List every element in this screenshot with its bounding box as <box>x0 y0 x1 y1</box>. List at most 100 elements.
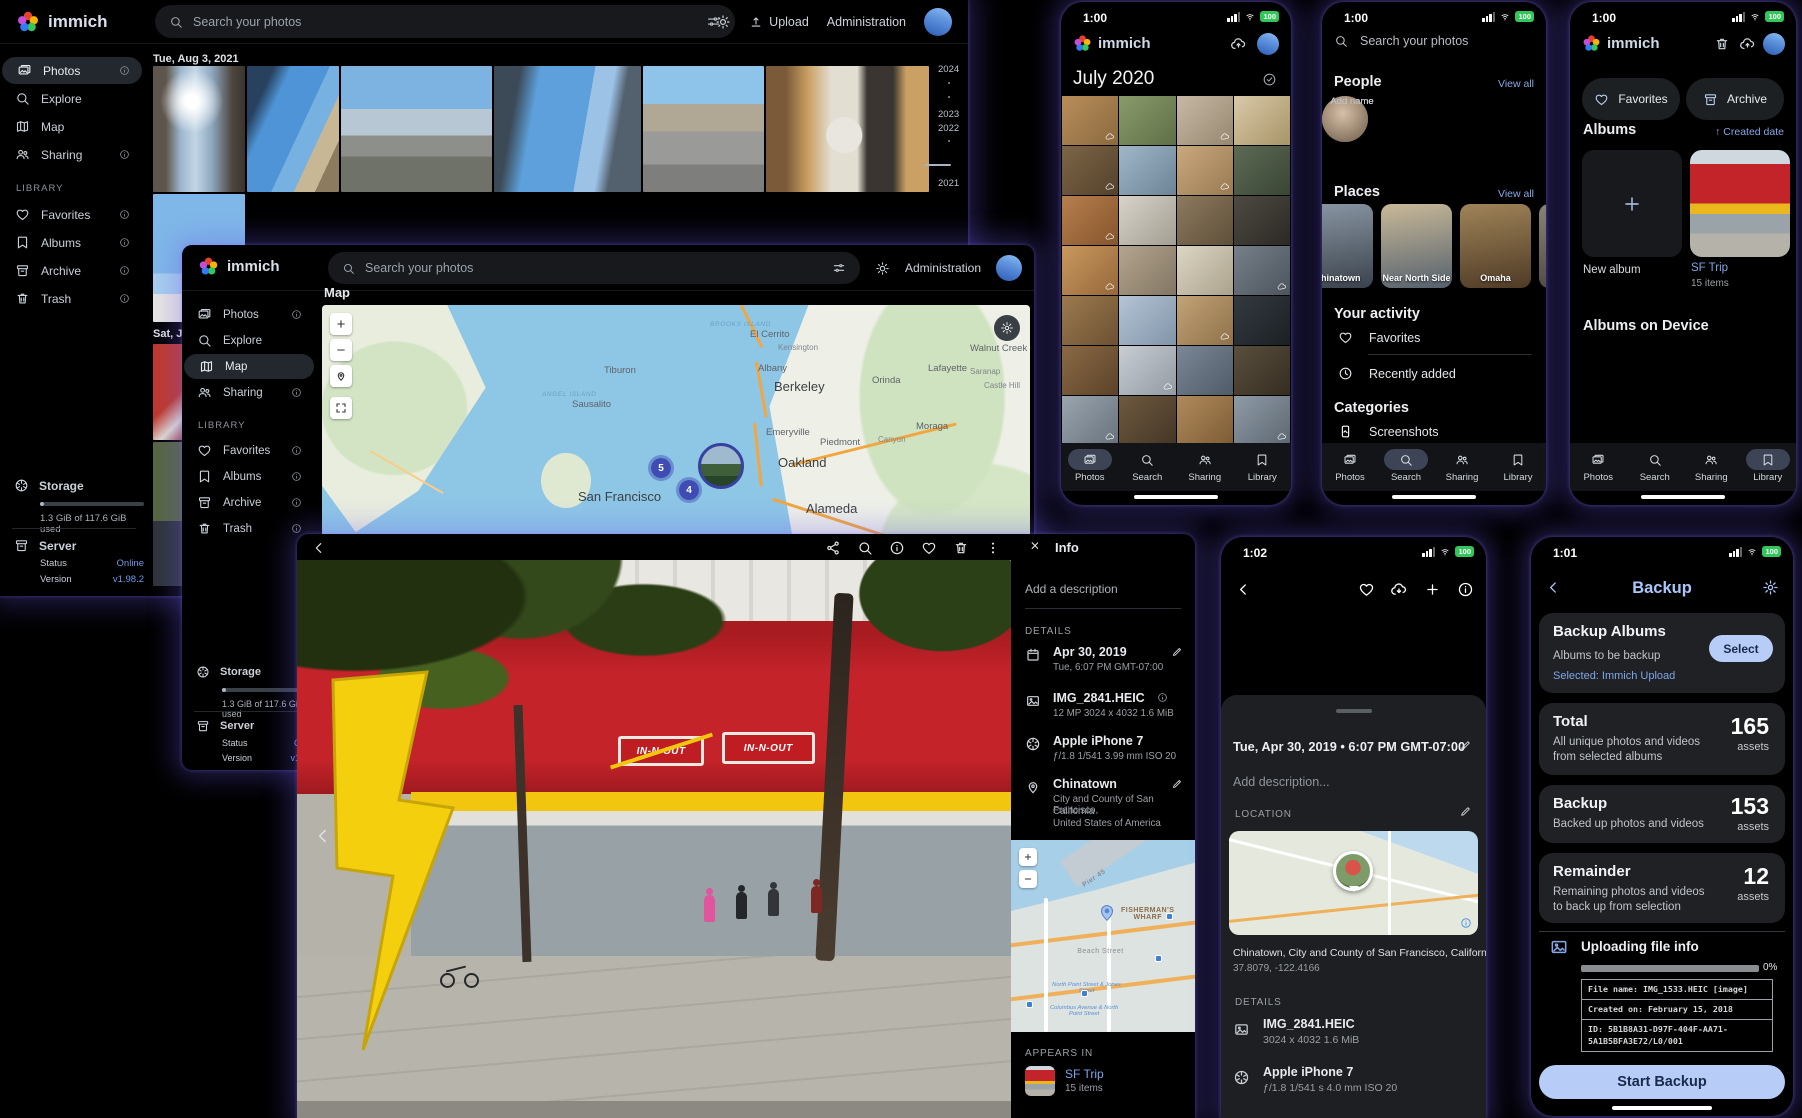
back-icon[interactable] <box>311 540 327 556</box>
albums-sort[interactable]: ↑ Created date <box>1715 126 1784 138</box>
favorite-icon[interactable] <box>921 540 937 556</box>
search-input[interactable]: Search your photos <box>155 5 735 38</box>
info-icon[interactable] <box>291 387 302 398</box>
photo-tile[interactable] <box>1119 146 1175 195</box>
administration-link[interactable]: Administration <box>905 261 981 275</box>
album-thumbnail[interactable] <box>1025 1066 1055 1096</box>
trash-icon[interactable] <box>1714 36 1730 52</box>
sync-cloud-icon[interactable] <box>1739 36 1756 53</box>
info-icon[interactable] <box>291 309 302 320</box>
info-icon[interactable] <box>291 523 302 534</box>
photo-tile[interactable] <box>1119 296 1175 345</box>
photo-tile[interactable] <box>1119 396 1175 443</box>
favorite-icon[interactable] <box>1358 581 1375 598</box>
photo-tile[interactable] <box>1062 296 1118 345</box>
nav-tab[interactable]: Library <box>1740 443 1797 491</box>
photo-thumbnail[interactable] <box>153 66 245 192</box>
add-name-label[interactable]: Add name <box>1322 96 1382 107</box>
sidebar-item[interactable]: Photos <box>182 302 314 327</box>
photo-tile[interactable] <box>1062 96 1118 145</box>
map-settings-button[interactable] <box>994 315 1020 341</box>
photo-tile[interactable] <box>1062 146 1118 195</box>
start-backup-button[interactable]: Start Backup <box>1539 1065 1785 1099</box>
info-icon[interactable] <box>889 540 905 556</box>
sheet-drag-handle[interactable] <box>1336 709 1372 713</box>
delete-icon[interactable] <box>953 540 969 556</box>
search-input[interactable]: Search your photos <box>1334 34 1468 48</box>
info-icon[interactable] <box>119 237 130 248</box>
zoom-icon[interactable] <box>857 540 873 556</box>
photo-tile[interactable] <box>1062 346 1118 395</box>
nav-tab[interactable]: Sharing <box>1434 443 1490 491</box>
photo-tile[interactable] <box>1234 396 1290 443</box>
map-fullscreen-button[interactable] <box>330 397 352 419</box>
photo-tile[interactable] <box>1177 146 1233 195</box>
people-view-all[interactable]: View all <box>1498 78 1534 90</box>
info-icon[interactable] <box>119 209 130 220</box>
nav-tab[interactable]: Search <box>1119 443 1177 491</box>
sidebar-item[interactable]: Explore <box>0 85 142 112</box>
edit-date-icon[interactable] <box>1171 646 1183 658</box>
more-options-icon[interactable] <box>985 540 1001 556</box>
administration-link[interactable]: Administration <box>827 15 906 29</box>
album-card[interactable] <box>1690 150 1790 257</box>
upload-button[interactable]: Upload <box>749 15 809 29</box>
sync-cloud-icon[interactable] <box>1230 36 1247 53</box>
sidebar-item[interactable]: Photos <box>2 57 142 84</box>
add-description-field[interactable]: Add a description <box>1025 582 1118 596</box>
place-card[interactable]: Near North Side <box>1381 204 1452 288</box>
new-album-card[interactable] <box>1582 150 1682 257</box>
map-cluster-marker[interactable]: 4 <box>676 477 702 503</box>
theme-toggle-icon[interactable] <box>715 14 731 30</box>
photo-tile[interactable] <box>1177 396 1233 443</box>
add-to-icon[interactable] <box>1424 581 1441 598</box>
nav-tab[interactable]: Photos <box>1322 443 1378 491</box>
photo-tile[interactable] <box>1119 246 1175 295</box>
place-card[interactable]: Chinatown <box>1322 204 1373 288</box>
sidebar-item[interactable]: Archive <box>0 257 142 284</box>
map-cluster-marker[interactable]: 5 <box>648 455 674 481</box>
sidebar-item[interactable]: Trash <box>182 516 314 541</box>
map-photo-marker[interactable] <box>698 443 744 489</box>
filter-icon[interactable] <box>832 261 846 275</box>
map-zoom-in-button[interactable] <box>330 313 352 335</box>
minimap-zoom-out[interactable] <box>1019 870 1037 888</box>
immich-logo[interactable]: immich <box>198 256 280 277</box>
screenshots-row[interactable]: Screenshots <box>1338 424 1438 439</box>
photo-tile[interactable] <box>1062 396 1118 443</box>
photo-tile[interactable] <box>1234 146 1290 195</box>
sidebar-item[interactable]: Albums <box>182 464 314 489</box>
map-photo-marker[interactable] <box>1333 851 1373 891</box>
map-info-icon[interactable] <box>1460 917 1472 929</box>
photo-tile[interactable] <box>1177 196 1233 245</box>
archive-button[interactable]: Archive <box>1686 78 1784 120</box>
minimap-zoom-in[interactable] <box>1019 848 1037 866</box>
sidebar-item[interactable]: Sharing <box>0 141 142 168</box>
photo-tile[interactable] <box>1119 196 1175 245</box>
album-link[interactable]: SF Trip <box>1691 262 1728 274</box>
photo-thumbnail[interactable] <box>494 66 641 192</box>
select-button[interactable]: Select <box>1709 635 1773 662</box>
place-card[interactable]: Omaha <box>1460 204 1531 288</box>
photo-thumbnail[interactable] <box>247 66 339 192</box>
upload-cloud-icon[interactable] <box>1390 581 1408 599</box>
favorites-row[interactable]: Favorites <box>1338 330 1420 345</box>
photo-tile[interactable] <box>1177 296 1233 345</box>
photo-tile[interactable] <box>1062 246 1118 295</box>
avatar[interactable] <box>1763 33 1785 55</box>
sidebar-item[interactable]: Trash <box>0 285 142 312</box>
map-compass-button[interactable] <box>330 365 352 387</box>
photo-tile[interactable] <box>1234 196 1290 245</box>
sidebar-item[interactable]: Map <box>184 354 314 379</box>
theme-toggle-icon[interactable] <box>875 261 890 276</box>
map-zoom-out-button[interactable] <box>330 339 352 361</box>
photo-tile[interactable] <box>1119 96 1175 145</box>
info-icon[interactable] <box>291 497 302 508</box>
select-all-icon[interactable] <box>1262 72 1277 87</box>
photo-thumbnail[interactable] <box>766 66 929 192</box>
close-icon[interactable] <box>1023 540 1038 555</box>
file-info-icon[interactable] <box>1157 692 1168 703</box>
sidebar-item[interactable]: Explore <box>182 328 314 353</box>
photo-tile[interactable] <box>1234 346 1290 395</box>
nav-tab[interactable]: Library <box>1490 443 1546 491</box>
